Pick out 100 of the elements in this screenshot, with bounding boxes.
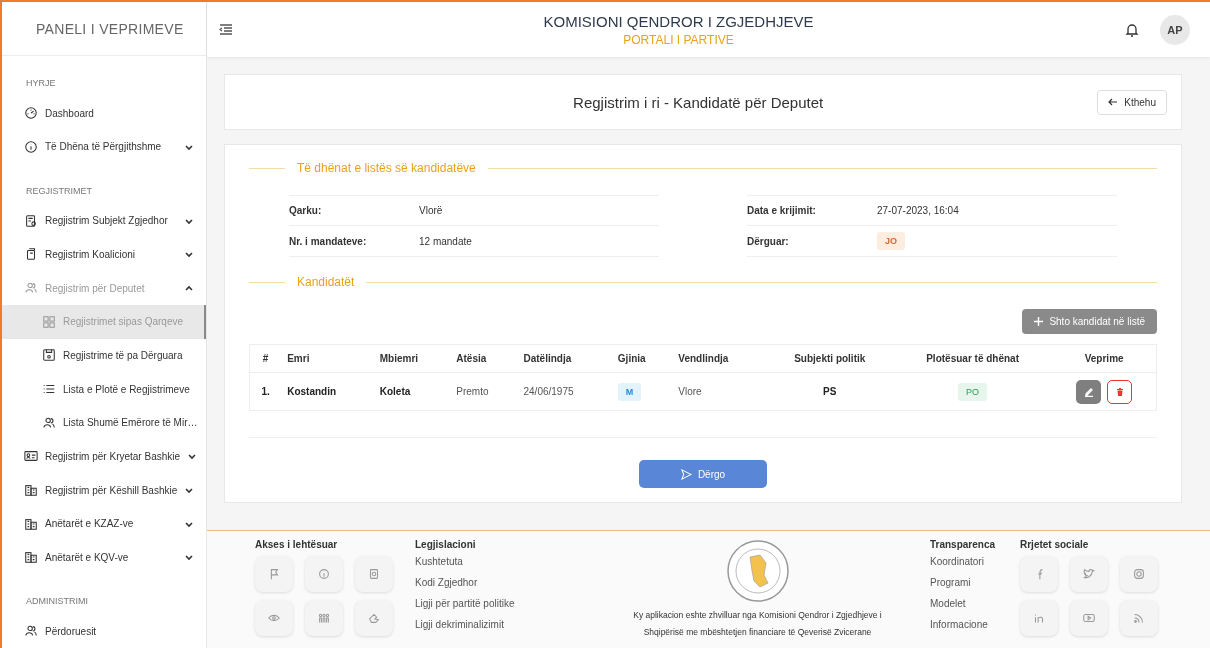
accessibility-button[interactable] xyxy=(305,600,343,636)
user-avatar[interactable]: AP xyxy=(1160,14,1190,45)
chevron-icon[interactable] xyxy=(184,485,195,496)
gauge-icon xyxy=(24,106,38,121)
column-header: Datëlindja xyxy=(517,344,612,373)
section-legend: Të dhënat e listës së kandidatëve xyxy=(297,161,476,175)
footer-heading: Transparenca xyxy=(930,539,997,550)
instagram-icon xyxy=(1132,567,1146,581)
sidebar-item[interactable]: Regjistrim për Kryetar Bashkie xyxy=(2,439,206,474)
sidebar-item[interactable]: Lista Shumë Emërore të Mir… xyxy=(2,405,206,440)
section-heading: REGJISTRIMET xyxy=(25,184,93,198)
pencil-icon xyxy=(1083,386,1094,397)
column-header: Veprime xyxy=(1052,344,1157,373)
info-icon xyxy=(24,140,38,154)
footer-link[interactable]: Ligji për partitë politike xyxy=(415,598,585,619)
info-icon xyxy=(317,567,331,581)
footer-link[interactable]: Programi xyxy=(930,577,1020,598)
grid-icon xyxy=(42,314,56,329)
section-heading: ADMINISTRIMI xyxy=(25,595,89,609)
send-button[interactable]: Dërgo xyxy=(639,460,767,488)
page-title: Regjistrim i ri - Kandidatë për Deputet xyxy=(572,93,825,111)
footer-heading: Legjislacioni xyxy=(415,539,477,550)
sidebar-item[interactable]: Regjistrim Koalicioni xyxy=(2,237,206,272)
header-subtitle: PORTALI I PARTIVE xyxy=(622,32,735,47)
delete-button[interactable] xyxy=(1107,379,1133,404)
column-header: Mbiemri xyxy=(373,344,451,373)
edit-button[interactable] xyxy=(1076,379,1102,404)
card-icon xyxy=(24,449,38,464)
footer-link[interactable]: Modelet xyxy=(930,598,1020,619)
twitter-icon xyxy=(1082,567,1096,581)
chevron-icon[interactable] xyxy=(184,552,194,563)
section-heading: HYRJE xyxy=(25,77,57,91)
send-icon xyxy=(680,468,692,480)
sidebar-item[interactable]: Lista e Plotë e Regjistrimeve xyxy=(2,372,206,406)
rss-icon xyxy=(1132,611,1146,625)
sidebar-item[interactable]: Regjistrim për Këshill Bashkie xyxy=(2,473,206,507)
copy-icon xyxy=(24,247,38,262)
sidebar-item[interactable]: Të Dhëna të Përgjithshme xyxy=(2,130,206,164)
column-header: Emri xyxy=(281,344,374,373)
building-icon xyxy=(24,516,38,531)
social-link[interactable] xyxy=(1120,556,1158,592)
footer-link[interactable]: Informacione xyxy=(930,619,1020,640)
building-icon xyxy=(24,483,38,498)
chevron-icon[interactable] xyxy=(184,283,194,293)
table-cell: Vlore xyxy=(672,372,767,411)
chevron-icon[interactable] xyxy=(184,142,194,152)
field-label: Dërguar: xyxy=(747,235,790,247)
social-link[interactable] xyxy=(1070,600,1108,636)
field-value: Vlorë xyxy=(419,205,444,216)
field-label: Data e krijimit: xyxy=(747,205,817,216)
table-cell: PS xyxy=(766,372,893,411)
people-icon xyxy=(42,415,56,430)
field-label: Qarku: xyxy=(289,205,323,216)
form-icon xyxy=(24,213,38,228)
table-cell: Kostandin xyxy=(281,372,374,411)
section-legend: Kandidatët xyxy=(297,275,355,289)
back-button[interactable]: Kthehu xyxy=(1097,89,1167,115)
footer-link[interactable]: Kushtetuta xyxy=(415,556,585,577)
status-badge: PO xyxy=(958,382,988,401)
table-cell: Premto xyxy=(450,372,518,411)
column-header: Gjinia xyxy=(611,344,673,373)
column-header: Atësia xyxy=(450,344,518,373)
column-header: Subjekti politik xyxy=(766,344,893,373)
youtube-icon xyxy=(1082,611,1096,625)
bell-icon[interactable] xyxy=(1124,21,1140,38)
sidebar-item[interactable]: Anëtarët e KQV-ve xyxy=(2,540,206,575)
gender-badge: M xyxy=(617,382,642,401)
sidebar-item[interactable]: Regjistrim Subjekt Zgjedhor xyxy=(2,203,206,238)
column-header: Vendlindja xyxy=(672,344,767,373)
footer-link[interactable]: Ligji dekriminalizimit xyxy=(415,619,585,640)
field-label: Nr. i mandateve: xyxy=(289,235,368,247)
list-icon xyxy=(42,382,56,396)
seal-logo xyxy=(725,539,790,603)
footer-note: Ky aplikacion eshte zhvilluar nga Komisioni Qendror i Zgjedhjeve i Shqipërisë me mbështetjen financiare të Qeverisë Zvicerane xyxy=(632,609,883,639)
table-cell: 1. xyxy=(249,372,282,411)
building-icon xyxy=(24,550,38,565)
footer-link[interactable]: Kodi Zgjedhor xyxy=(415,577,585,598)
sidebar-item[interactable]: Përdoruesit xyxy=(2,614,206,648)
arrow-left-icon xyxy=(1108,97,1119,107)
accessibility-button[interactable] xyxy=(355,556,393,592)
save-icon xyxy=(42,348,56,363)
column-header: Plotësuar të dhënat xyxy=(892,344,1053,373)
footer-heading: Rrjetet sociale xyxy=(1020,539,1090,550)
people-icon xyxy=(24,281,38,295)
chevron-icon[interactable] xyxy=(187,451,198,462)
sidebar-item[interactable]: Dashboard xyxy=(2,96,206,131)
trash-icon xyxy=(1114,386,1125,397)
people-icon xyxy=(317,611,331,625)
sidebar-item[interactable]: Regjistrime të pa Dërguara xyxy=(2,338,206,373)
header-title: KOMISIONI QENDROR I ZGJEDHJEVE xyxy=(542,12,815,30)
footer-link[interactable]: Koordinatori xyxy=(930,556,1020,577)
sidebar-item[interactable]: Anëtarët e KZAZ-ve xyxy=(2,506,206,541)
field-value: 12 mandate xyxy=(419,235,473,247)
field-value: 27-07-2023, 16:04 xyxy=(877,205,960,216)
chevron-icon[interactable] xyxy=(184,249,194,260)
footer-heading: Akses i lehtësuar xyxy=(255,539,339,550)
column-header: # xyxy=(249,344,282,373)
table-cell: 24/06/1975 xyxy=(517,372,612,411)
status-badge: JO xyxy=(877,232,905,250)
menu-icon[interactable] xyxy=(219,22,233,37)
